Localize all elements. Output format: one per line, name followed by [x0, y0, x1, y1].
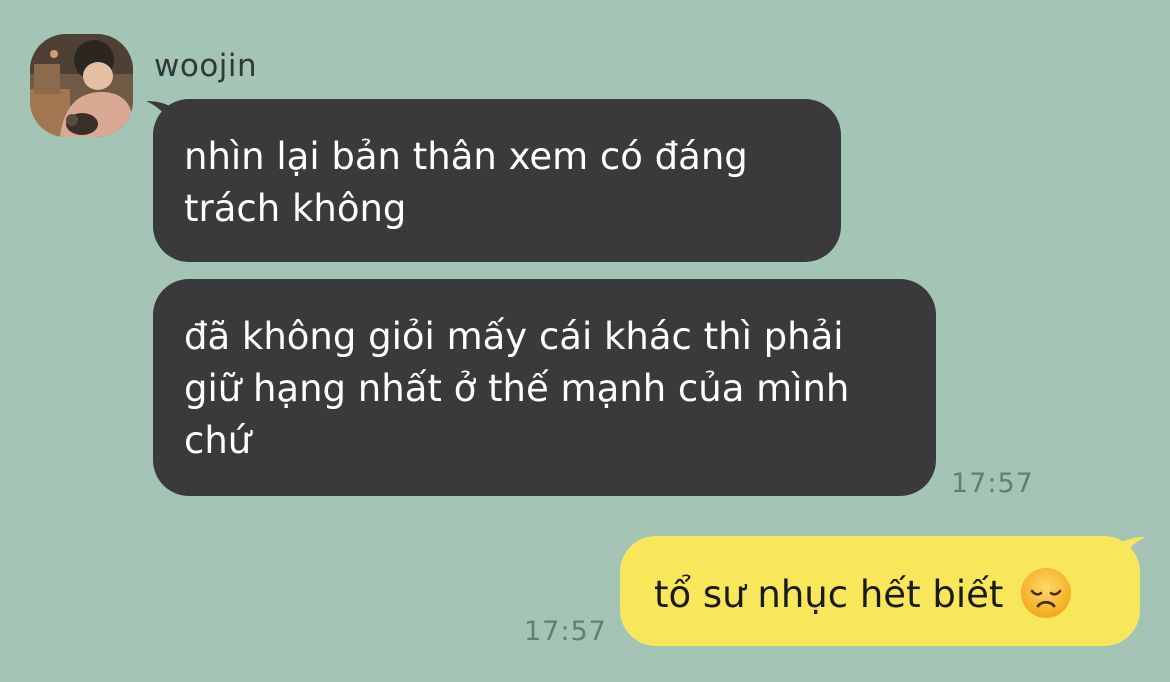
chat-view: woojin nhìn lại bản thân xem có đáng trá… — [0, 0, 1170, 682]
message-bubble-incoming[interactable]: nhìn lại bản thân xem có đáng trách khôn… — [153, 99, 841, 262]
message-bubble-incoming[interactable]: đã không giỏi mấy cái khác thì phải giữ … — [153, 279, 936, 496]
message-bubble-outgoing[interactable]: tổ sư nhục hết biết — [620, 536, 1140, 646]
sender-name: woojin — [154, 48, 258, 84]
message-text: tổ sư nhục hết biết — [654, 573, 1004, 616]
message-timestamp: 17:57 — [951, 468, 1034, 499]
sender-avatar[interactable] — [30, 34, 133, 137]
disappointed-face-icon — [1019, 566, 1073, 620]
message-timestamp: 17:57 — [524, 616, 607, 647]
